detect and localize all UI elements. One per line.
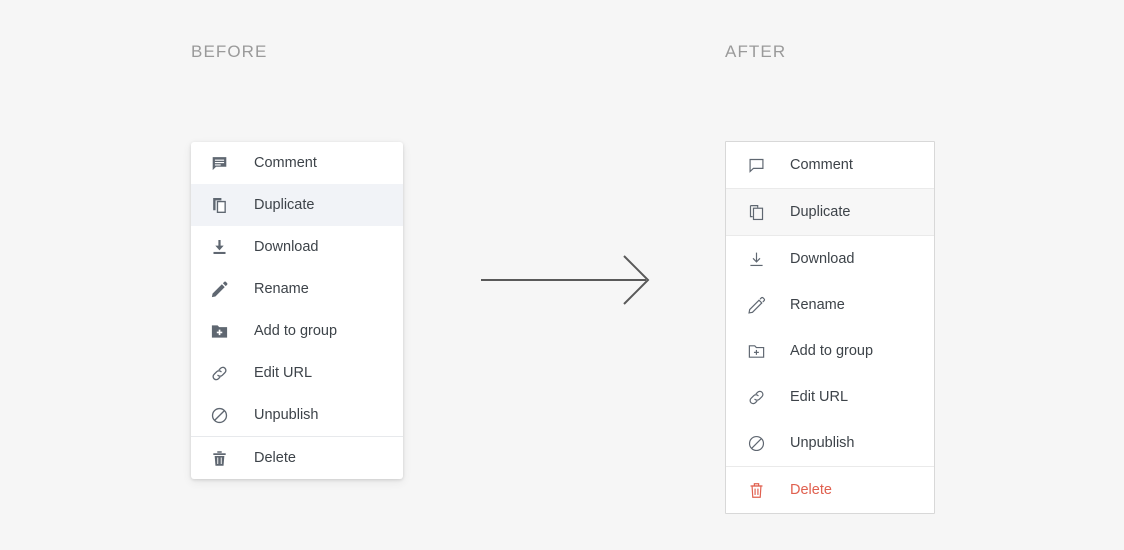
duplicate-icon [209, 195, 229, 215]
menu-item-label: Comment [790, 157, 853, 173]
menu-item-label: Comment [254, 155, 317, 171]
link-icon [209, 363, 229, 383]
before-menu-card: Comment Duplicate Download Rename Add to gro… [191, 142, 403, 479]
menu-item-label: Delete [790, 482, 832, 498]
menu-item-label: Delete [254, 450, 296, 466]
block-icon [746, 433, 766, 453]
menu-item-label: Add to group [790, 343, 874, 359]
menu-item-label: Edit URL [254, 365, 313, 381]
menu-item-download[interactable]: Download [726, 236, 934, 282]
trash-icon [209, 448, 229, 468]
after-menu-card: Comment Duplicate Download Rename Add to gro… [725, 141, 935, 514]
comparison-stage: BEFORE AFTER Comment Duplicate Download Ren… [0, 0, 1124, 550]
download-icon [746, 249, 766, 269]
duplicate-icon [746, 202, 766, 222]
menu-item-label: Unpublish [790, 435, 855, 451]
download-icon [209, 237, 229, 257]
menu-item-comment[interactable]: Comment [191, 142, 403, 184]
menu-item-label: Rename [790, 297, 845, 313]
comment-icon [746, 155, 766, 175]
menu-item-comment[interactable]: Comment [726, 142, 934, 188]
menu-item-add-to-group[interactable]: Add to group [726, 328, 934, 374]
menu-item-label: Download [254, 239, 319, 255]
menu-item-label: Edit URL [790, 389, 849, 405]
menu-item-add-to-group[interactable]: Add to group [191, 310, 403, 352]
block-icon [209, 405, 229, 425]
menu-item-label: Duplicate [254, 197, 315, 213]
menu-item-duplicate[interactable]: Duplicate [726, 189, 934, 235]
menu-item-unpublish[interactable]: Unpublish [191, 394, 403, 436]
menu-item-edit-url[interactable]: Edit URL [191, 352, 403, 394]
menu-item-duplicate[interactable]: Duplicate [191, 184, 403, 226]
menu-item-rename[interactable]: Rename [191, 268, 403, 310]
menu-item-unpublish[interactable]: Unpublish [726, 420, 934, 466]
menu-item-rename[interactable]: Rename [726, 282, 934, 328]
link-icon [746, 387, 766, 407]
menu-item-edit-url[interactable]: Edit URL [726, 374, 934, 420]
menu-item-delete[interactable]: Delete [726, 467, 934, 513]
menu-item-delete[interactable]: Delete [191, 437, 403, 479]
before-section-heading: BEFORE [191, 42, 268, 61]
after-section-heading: AFTER [725, 42, 787, 61]
folder-plus-icon [746, 341, 766, 361]
folder-plus-icon [209, 321, 229, 341]
menu-item-label: Duplicate [790, 204, 851, 220]
menu-item-label: Unpublish [254, 407, 319, 423]
menu-item-label: Download [790, 251, 855, 267]
menu-item-download[interactable]: Download [191, 226, 403, 268]
pencil-icon [209, 279, 229, 299]
transition-arrow [478, 252, 654, 308]
comment-icon [209, 153, 229, 173]
menu-item-label: Add to group [254, 323, 338, 339]
trash-icon [746, 480, 766, 500]
pencil-icon [746, 295, 766, 315]
menu-item-label: Rename [254, 281, 309, 297]
